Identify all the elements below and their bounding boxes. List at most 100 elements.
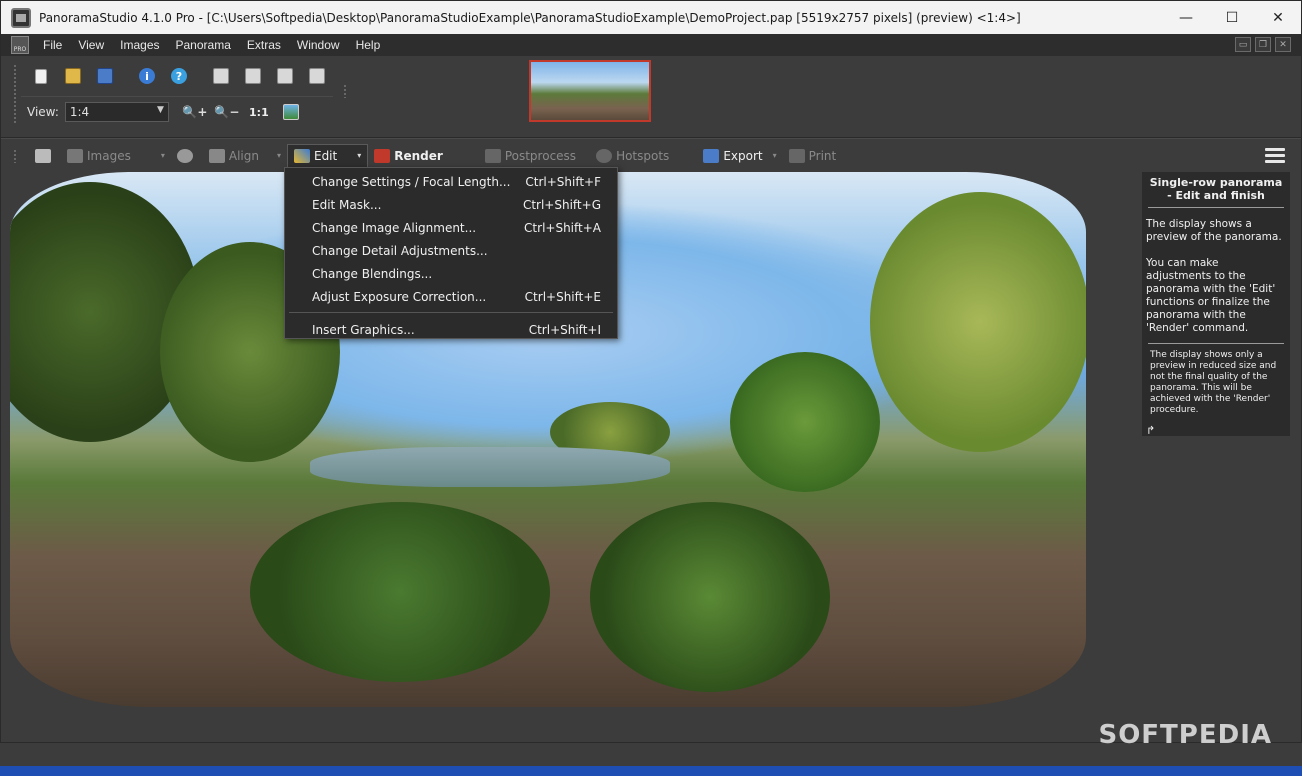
- hotspots-button[interactable]: Hotspots: [590, 144, 675, 168]
- render-label: Render: [394, 148, 443, 163]
- main-toolbar: i ?: [25, 64, 333, 88]
- app-icon: [11, 7, 31, 28]
- minimize-button[interactable]: —: [1163, 1, 1209, 34]
- menu-item-shortcut: Ctrl+Shift+F: [525, 174, 601, 189]
- rotate-tool-icon: [277, 68, 293, 84]
- mdi-restore-button[interactable]: ❐: [1255, 37, 1271, 52]
- mdi-minimize-button[interactable]: ▭: [1235, 37, 1251, 52]
- edit-button[interactable]: Edit ▾: [286, 143, 369, 168]
- expand-arrow-icon[interactable]: ↱: [1146, 424, 1286, 437]
- help-icon: ?: [171, 68, 187, 84]
- title-bar: PanoramaStudio 4.1.0 Pro - [C:\Users\Sof…: [1, 1, 1301, 34]
- menu-item-label: Change Blendings...: [312, 266, 433, 281]
- images-label: Images: [87, 148, 131, 163]
- menu-extras[interactable]: Extras: [239, 38, 289, 52]
- stitch-button[interactable]: [171, 144, 203, 168]
- menu-panorama[interactable]: Panorama: [168, 38, 239, 52]
- view-label: View:: [27, 105, 59, 119]
- chevron-down-icon: ▾: [357, 151, 362, 160]
- help-button[interactable]: ?: [163, 64, 195, 88]
- open-folder-icon: [65, 68, 81, 84]
- images-icon: [67, 148, 83, 163]
- workflow-toolbar: Images ▾ Align ▾ Edit ▾ Render Postproce…: [1, 138, 1301, 172]
- lake: [310, 447, 670, 487]
- toolbar-grip-2[interactable]: [343, 84, 347, 98]
- hamburger-menu-icon[interactable]: [1265, 148, 1285, 166]
- zoom-out-button[interactable]: 🔍−: [211, 100, 243, 124]
- menu-item-edit-mask[interactable]: Edit Mask... Ctrl+Shift+G: [285, 193, 617, 216]
- fit-view-button[interactable]: [275, 100, 307, 124]
- hotspots-icon: [596, 148, 613, 163]
- save-button[interactable]: [89, 64, 121, 88]
- view-toolbar: View: 1:4 ▼ 🔍+ 🔍− 1:1: [27, 100, 307, 124]
- menu-item-shortcut: Ctrl+Shift+A: [524, 220, 601, 235]
- render-crop-icon: [374, 148, 391, 163]
- menu-file[interactable]: File: [35, 38, 70, 52]
- print-button[interactable]: Print: [783, 144, 843, 168]
- chevron-down-icon: ▾: [772, 151, 777, 160]
- menu-item-detail-adjustments[interactable]: Change Detail Adjustments...: [285, 239, 617, 262]
- export-label: Export: [723, 148, 763, 163]
- close-button[interactable]: ✕: [1255, 1, 1301, 34]
- render-button[interactable]: Render: [368, 144, 449, 168]
- menu-item-insert-graphics[interactable]: Insert Graphics... Ctrl+Shift+I: [285, 318, 617, 341]
- menu-bar: PRO File View Images Panorama Extras Win…: [1, 34, 1301, 56]
- postprocess-label: Postprocess: [504, 148, 577, 163]
- zoom-in-button[interactable]: 🔍+: [179, 100, 211, 124]
- images-button[interactable]: Images ▾: [61, 144, 171, 168]
- side-panel-title: Single-row panorama - Edit and finish: [1149, 176, 1283, 202]
- images-tool-icon: [213, 68, 229, 84]
- menu-item-label: Change Detail Adjustments...: [312, 243, 488, 258]
- tool-button-1[interactable]: [205, 64, 237, 88]
- mdi-close-button[interactable]: ✕: [1275, 37, 1291, 52]
- panorama-thumbnail[interactable]: [529, 60, 651, 122]
- postprocess-button[interactable]: Postprocess: [479, 144, 582, 168]
- menu-view[interactable]: View: [70, 38, 112, 52]
- new-button[interactable]: [25, 64, 57, 88]
- mdi-controls: ▭ ❐ ✕: [1235, 37, 1291, 52]
- menu-item-shortcut: Ctrl+Shift+I: [528, 322, 601, 337]
- tool-button-2[interactable]: [237, 64, 269, 88]
- zoom-in-icon: 🔍+: [182, 105, 208, 119]
- info-icon: i: [139, 68, 155, 84]
- projection-tool-icon: [245, 68, 261, 84]
- edit-pencil-icon: [293, 148, 310, 163]
- view-zoom-value: 1:4: [69, 105, 90, 119]
- window-title: PanoramaStudio 4.1.0 Pro - [C:\Users\Sof…: [39, 10, 1021, 25]
- hotspots-label: Hotspots: [616, 148, 670, 163]
- tool-button-4[interactable]: [301, 64, 333, 88]
- align-icon: [208, 148, 225, 163]
- postprocess-icon: [484, 148, 501, 163]
- side-panel-text-1: The display shows a preview of the panor…: [1146, 218, 1282, 243]
- chevron-down-icon: ▾: [160, 151, 165, 160]
- toolbar-grip[interactable]: [13, 64, 17, 124]
- menu-window[interactable]: Window: [289, 38, 348, 52]
- view-zoom-select[interactable]: 1:4 ▼: [64, 102, 169, 122]
- zoom-actual-button[interactable]: 1:1: [243, 100, 275, 124]
- menu-item-change-blendings[interactable]: Change Blendings...: [285, 262, 617, 285]
- maximize-button[interactable]: ☐: [1209, 1, 1255, 34]
- tool-button-3[interactable]: [269, 64, 301, 88]
- menu-item-label: Change Image Alignment...: [312, 220, 477, 235]
- save-icon: [97, 68, 113, 84]
- add-images-button[interactable]: [29, 144, 61, 168]
- align-button[interactable]: Align ▾: [203, 144, 287, 168]
- menu-item-label: Edit Mask...: [312, 197, 382, 212]
- menu-images[interactable]: Images: [112, 38, 167, 52]
- menu-help[interactable]: Help: [348, 38, 389, 52]
- fit-image-icon: [282, 104, 299, 120]
- export-button[interactable]: Export ▾: [697, 144, 782, 168]
- new-document-icon: [35, 68, 47, 84]
- gear-icon: [176, 148, 193, 163]
- info-button[interactable]: i: [131, 64, 163, 88]
- menu-item-change-alignment[interactable]: Change Image Alignment... Ctrl+Shift+A: [285, 216, 617, 239]
- workflow-grip[interactable]: [13, 149, 17, 163]
- chevron-down-icon: ▾: [276, 151, 281, 160]
- side-panel-note: The display shows only a preview in redu…: [1150, 350, 1277, 415]
- window-controls: — ☐ ✕: [1163, 1, 1301, 34]
- menu-item-exposure-correction[interactable]: Adjust Exposure Correction... Ctrl+Shift…: [285, 285, 617, 308]
- open-button[interactable]: [57, 64, 89, 88]
- camera-icon: [35, 148, 51, 163]
- menu-item-shortcut: Ctrl+Shift+E: [524, 289, 601, 304]
- menu-item-change-settings[interactable]: Change Settings / Focal Length... Ctrl+S…: [285, 170, 617, 193]
